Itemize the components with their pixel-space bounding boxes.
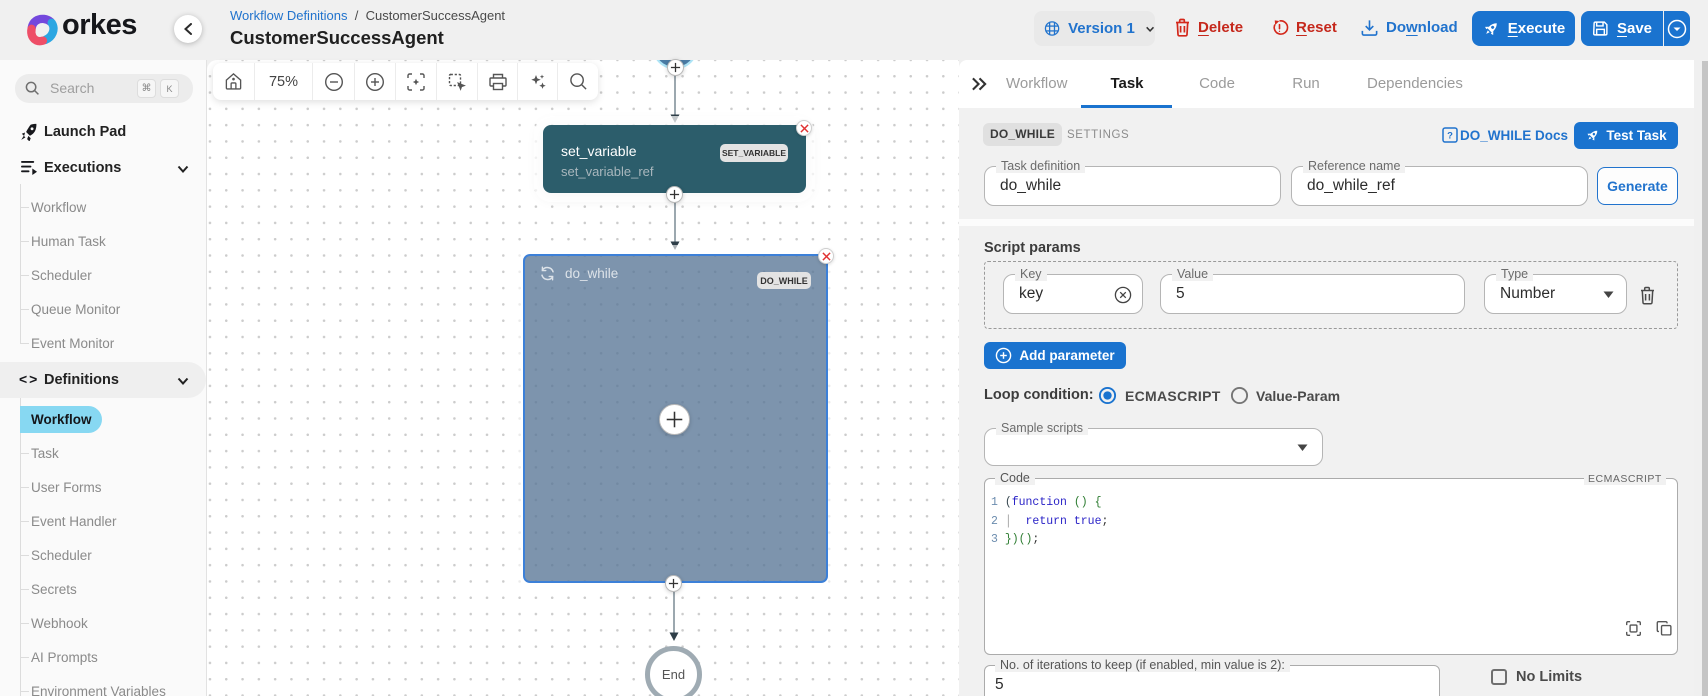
svg-text:?: ? [1447,131,1453,142]
